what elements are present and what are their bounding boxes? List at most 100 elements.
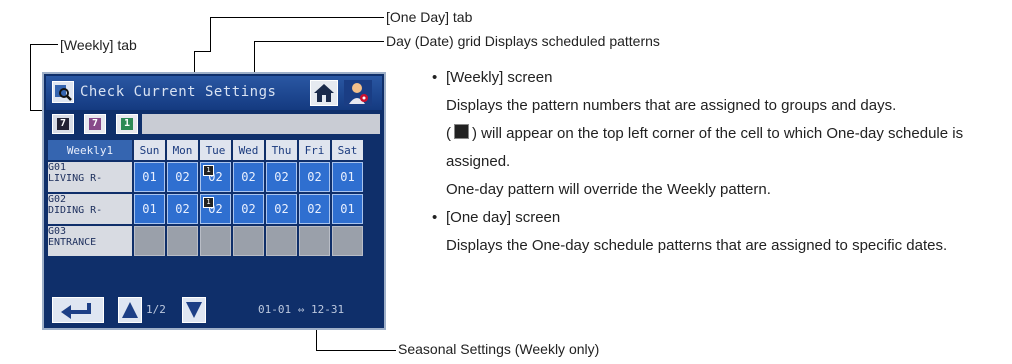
schedule-cell[interactable]: 01 [134, 194, 165, 224]
group-id: G03 [48, 226, 67, 237]
schedule-grid: Weekly1 Sun Mon Tue Wed Thu Fri Sat G01 L… [46, 138, 365, 258]
oneday-heading-text: [One day] screen [446, 209, 561, 226]
day-header-thu: Thu [266, 140, 297, 160]
triangle-up-icon [122, 302, 138, 318]
return-arrow-icon [61, 303, 91, 319]
page-up-button[interactable] [118, 297, 142, 323]
page-indicator: 1/2 [146, 303, 166, 316]
schedule-cell[interactable]: 02 [266, 162, 297, 192]
weekly-screen-heading: • [Weekly] screen [432, 64, 1007, 92]
group-name: ENTRANCE [48, 237, 97, 248]
group-label-g03: G03 ENTRANCE [48, 226, 132, 256]
table-row: G03 ENTRANCE [48, 226, 363, 256]
oneday-desc-line1: Displays the One-day schedule patterns t… [446, 237, 948, 254]
weekly-line2-post: ) will appear on the top left corner of … [446, 125, 964, 170]
callout-weekly-tab: [Weekly] tab [60, 37, 137, 53]
schedule-cell-empty[interactable] [134, 226, 165, 256]
day-header-fri: Fri [299, 140, 330, 160]
weekly-tab-glyph: 7 [57, 118, 69, 130]
day-header-sun: Sun [134, 140, 165, 160]
home-button[interactable] [310, 80, 338, 106]
schedule-cell[interactable]: 01 [332, 162, 363, 192]
one-day-marker-icon [454, 124, 469, 139]
grid-corner-label: Weekly1 [48, 140, 132, 160]
bullet-dot: • [432, 69, 438, 86]
leader-grid-h [254, 41, 384, 42]
pattern-number: 01 [142, 202, 157, 216]
schedule-cell[interactable]: 02 [233, 194, 264, 224]
day-header-mon: Mon [167, 140, 198, 160]
one-day-marker-icon: 1 [203, 197, 214, 208]
leader-season-h [316, 350, 396, 351]
grid-header-row: Weekly1 Sun Mon Tue Wed Thu Fri Sat [48, 140, 363, 160]
group-label-g02: G02 DIDING R- [48, 194, 132, 224]
pattern-number: 02 [274, 170, 289, 184]
leader-oneday-h [210, 17, 384, 18]
tab-panel-strip [142, 114, 380, 134]
group-name: LIVING R- [48, 173, 103, 184]
pattern-number: 02 [241, 170, 256, 184]
pattern-number: 01 [142, 170, 157, 184]
schedule-cell-empty[interactable] [332, 226, 363, 256]
schedule-cell[interactable]: 02 [167, 194, 198, 224]
schedule-cell[interactable]: 1 02 [200, 194, 231, 224]
home-icon [314, 84, 334, 102]
schedule-cell-empty[interactable] [299, 226, 330, 256]
schedule-cell[interactable]: 02 [233, 162, 264, 192]
leader-oneday-h2 [194, 51, 211, 52]
group-id: G02 [48, 194, 67, 205]
title-bar: Check Current Settings [46, 76, 382, 110]
pattern-number: 02 [274, 202, 289, 216]
schedule-cell[interactable]: 02 [167, 162, 198, 192]
oneday-screen-heading: • [One day] screen [432, 204, 1007, 232]
check-settings-screen: Check Current Settings 7 7 1 Weekly1 Sun… [42, 72, 386, 330]
pattern-number: 02 [307, 202, 322, 216]
return-button[interactable] [52, 297, 104, 323]
tab-one-day[interactable]: 1 [116, 114, 138, 134]
bottom-bar: 1/2 01-01 ⇔ 12-31 [46, 294, 382, 326]
schedule-cell[interactable]: 01 [332, 194, 363, 224]
one-day-marker-icon: 1 [203, 165, 214, 176]
pattern-number: 02 [175, 170, 190, 184]
group-id: G01 [48, 162, 67, 173]
tab-weekly-2[interactable]: 7 [84, 114, 106, 134]
weekly2-tab-glyph: 7 [89, 118, 101, 130]
schedule-cell[interactable]: 02 [266, 194, 297, 224]
schedule-cell[interactable]: 1 02 [200, 162, 231, 192]
callout-seasonal: Seasonal Settings (Weekly only) [398, 341, 600, 357]
schedule-cell[interactable]: 01 [134, 162, 165, 192]
schedule-cell-empty[interactable] [266, 226, 297, 256]
table-row: G02 DIDING R- 01 02 1 02 02 02 02 01 [48, 194, 363, 224]
schedule-cell-empty[interactable] [233, 226, 264, 256]
schedule-cell-empty[interactable] [200, 226, 231, 256]
page-down-button[interactable] [182, 297, 206, 323]
tab-weekly-1[interactable]: 7 [52, 114, 74, 134]
weekly-heading-text: [Weekly] screen [446, 69, 553, 86]
schedule-cell[interactable]: 02 [299, 162, 330, 192]
weekly-desc-line3: One-day pattern will override the Weekly… [446, 181, 771, 198]
user-settings-button[interactable] [344, 80, 372, 106]
leader-weekly-v [30, 44, 31, 110]
callout-one-day-tab: [One Day] tab [386, 9, 473, 25]
group-label-g01: G01 LIVING R- [48, 162, 132, 192]
screen-title: Check Current Settings [80, 84, 277, 100]
day-header-tue: Tue [200, 140, 231, 160]
day-header-wed: Wed [233, 140, 264, 160]
triangle-down-icon [186, 302, 202, 318]
seasonal-range[interactable]: 01-01 ⇔ 12-31 [258, 303, 344, 316]
weekly-line2-pre: ( [446, 125, 451, 142]
pattern-number: 01 [340, 170, 355, 184]
schedule-cell[interactable]: 02 [299, 194, 330, 224]
pattern-number: 02 [175, 202, 190, 216]
day-header-sat: Sat [332, 140, 363, 160]
pattern-number: 02 [307, 170, 322, 184]
callout-day-grid: Day (Date) grid Displays scheduled patte… [386, 33, 660, 49]
tab-row: 7 7 1 [46, 112, 382, 136]
bullet-dot: • [432, 209, 438, 226]
schedule-cell-empty[interactable] [167, 226, 198, 256]
description-panel: • [Weekly] screen Displays the pattern nu… [432, 64, 1007, 260]
table-row: G01 LIVING R- 01 02 1 02 02 02 02 01 [48, 162, 363, 192]
oneday-tab-glyph: 1 [121, 118, 133, 130]
user-gear-icon [349, 83, 368, 104]
pattern-number: 02 [241, 202, 256, 216]
